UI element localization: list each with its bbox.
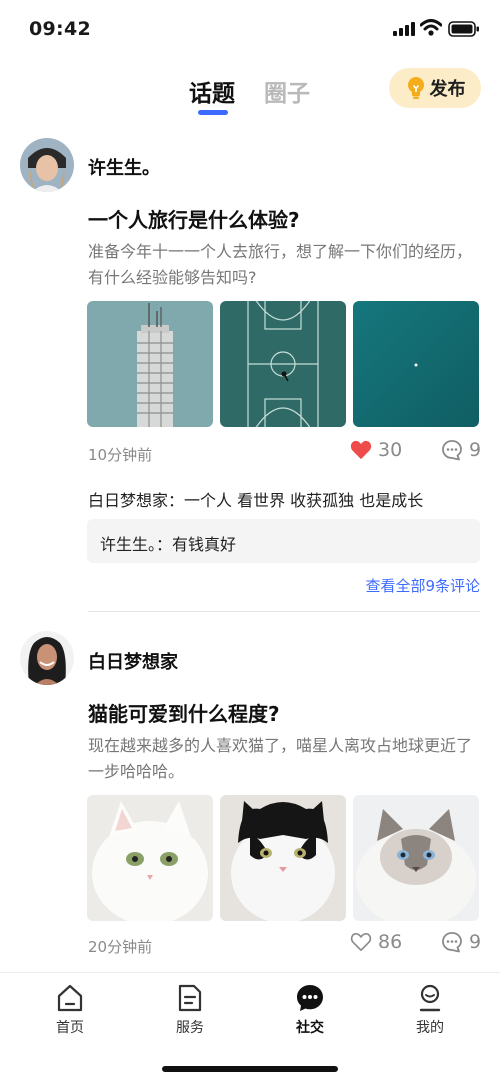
home-icon (57, 984, 83, 1012)
heart-outline-icon (350, 933, 372, 951)
lightbulb-icon (407, 77, 424, 99)
comment-item[interactable]: 白日梦想家：一个人 看世界 收获孤独 也是成长 (88, 487, 423, 511)
post-image[interactable] (353, 795, 479, 921)
active-tab-indicator (198, 110, 228, 115)
comment-count: 9 (469, 439, 482, 461)
avatar[interactable] (20, 631, 74, 685)
like-count: 30 (378, 439, 403, 461)
nav-item-home[interactable]: 首页 (35, 983, 105, 1037)
comment-icon (442, 440, 462, 461)
post-image[interactable] (87, 301, 213, 427)
author-name[interactable]: 许生生。 (88, 154, 160, 180)
comment-icon (442, 932, 462, 953)
nav-item-profile[interactable]: 我的 (395, 983, 465, 1037)
post-card[interactable]: 白日梦想家 猫能可爱到什么程度? 现在越来越多的人喜欢猫了，喵星人离攻占地球更近… (0, 612, 500, 972)
nav-label: 社交 (296, 1020, 324, 1036)
nav-label: 服务 (176, 1020, 204, 1036)
nav-label: 我的 (416, 1020, 444, 1036)
post-card[interactable]: 许生生。 一个人旅行是什么体验? 准备今年十一一个人去旅行，想了解一下你们的经历… (0, 120, 500, 612)
comment-text: 许生生。：有钱真好 (100, 535, 237, 554)
status-time: 09:42 (29, 18, 91, 40)
comment-item[interactable]: 许生生。：有钱真好 (87, 519, 480, 563)
post-title[interactable]: 猫能可爱到什么程度? (88, 698, 280, 727)
nav-label: 首页 (56, 1020, 84, 1036)
tab-topics[interactable]: 话题 (189, 74, 235, 108)
nav-item-social[interactable]: 社交 (275, 983, 345, 1037)
post-time: 20分钟前 (88, 938, 153, 956)
heart-filled-icon (350, 440, 372, 460)
wifi-icon (420, 19, 442, 36)
home-indicator (162, 1066, 338, 1072)
comment-button[interactable]: 9 (441, 439, 481, 461)
nav-item-service[interactable]: 服务 (155, 983, 225, 1037)
publish-button[interactable]: 发布 (389, 68, 481, 108)
post-title[interactable]: 一个人旅行是什么体验? (88, 204, 300, 233)
post-image[interactable] (353, 301, 479, 427)
comment-count: 9 (469, 931, 482, 953)
author-name[interactable]: 白日梦想家 (88, 648, 178, 674)
status-bar: 09:42 (0, 0, 500, 58)
like-count: 86 (378, 931, 403, 953)
publish-label: 发布 (429, 79, 466, 100)
post-description: 准备今年十一一个人去旅行，想了解一下你们的经历，有什么经验能够告知吗? (88, 242, 473, 287)
comment-button[interactable]: 9 (441, 931, 481, 953)
battery-icon (448, 21, 479, 37)
like-button[interactable]: 86 (350, 931, 402, 953)
like-button[interactable]: 30 (350, 439, 402, 461)
post-image[interactable] (220, 795, 346, 921)
avatar[interactable] (20, 138, 74, 192)
top-header: 话题 圈子 发布 (0, 58, 500, 120)
cellular-signal-icon (393, 22, 415, 36)
post-time: 10分钟前 (88, 446, 153, 464)
view-all-comments-link[interactable]: 查看全部9条评论 (365, 575, 480, 596)
post-image[interactable] (220, 301, 346, 427)
post-images (87, 795, 479, 921)
post-description: 现在越来越多的人喜欢猫了，喵星人离攻占地球更近了一步哈哈哈。 (88, 736, 473, 781)
social-icon (297, 985, 323, 1011)
service-icon (178, 984, 202, 1012)
profile-icon (419, 984, 441, 1012)
post-image[interactable] (87, 795, 213, 921)
tab-circles[interactable]: 圈子 (264, 74, 310, 108)
post-images (87, 301, 479, 427)
